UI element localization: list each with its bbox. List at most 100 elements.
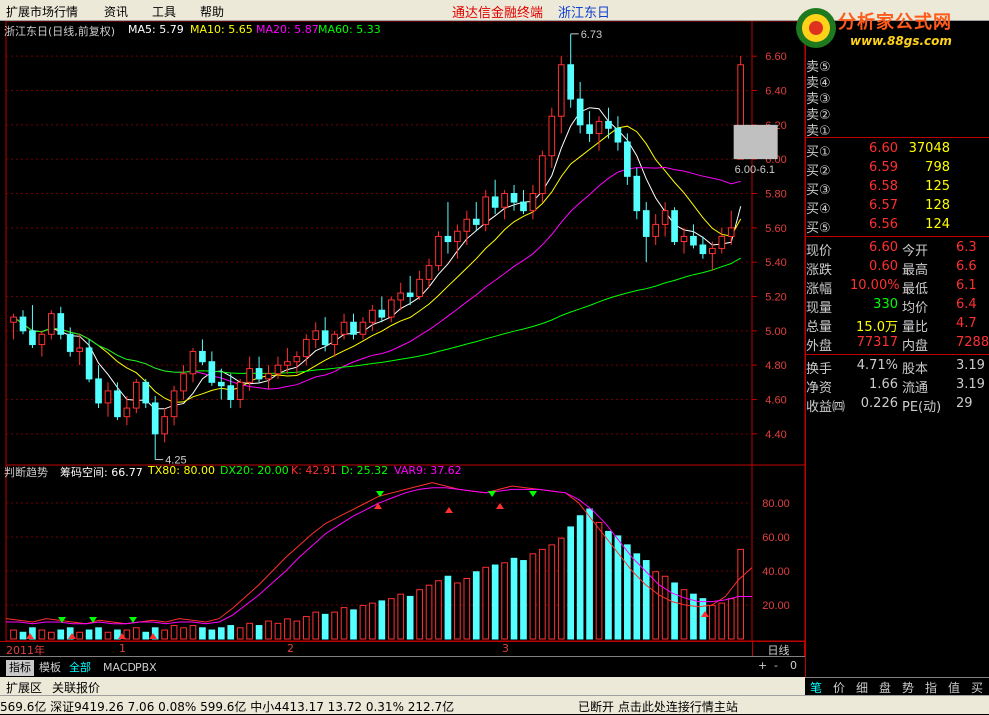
connection-status[interactable]: 已断开 点击此处连接行情主站 xyxy=(578,698,738,715)
menu-extended-market[interactable]: 扩展市场行情 xyxy=(6,3,78,20)
ma20-label: MA20: 5.87 xyxy=(256,23,319,36)
quote-tab[interactable]: 笔 xyxy=(810,679,822,696)
quote-stat-row: 现量 330 均价 6.4 xyxy=(806,296,989,316)
indicator-var9: VAR9: 37.62 xyxy=(394,464,462,477)
volume-bar xyxy=(605,530,612,640)
buy-volume: 125 xyxy=(925,179,950,194)
zoom-in-button[interactable]: + xyxy=(758,659,767,672)
volume-bar xyxy=(227,625,235,640)
candle-body xyxy=(539,155,546,195)
candle-body xyxy=(161,416,168,435)
volume-bar xyxy=(19,631,27,640)
fund-value: 0.226 xyxy=(860,396,898,411)
candle-body xyxy=(369,309,376,323)
candle-body xyxy=(633,175,641,212)
volume-bar xyxy=(369,602,376,640)
quote-tab[interactable]: 买 xyxy=(971,679,983,696)
ma20-line xyxy=(13,166,741,390)
stat-value: 6.4 xyxy=(956,297,977,312)
ma60-label: MA60: 5.33 xyxy=(318,23,381,36)
candle-body xyxy=(482,196,490,225)
extended-area-button[interactable]: 扩展区 xyxy=(6,679,42,696)
tab-indicator[interactable]: 指标 xyxy=(6,660,34,676)
stat-value: 330 xyxy=(873,297,898,312)
tab-pbx[interactable]: PBX xyxy=(132,660,160,676)
sell-level-1: 卖① xyxy=(806,119,989,139)
quote-tab[interactable]: 价 xyxy=(833,679,845,696)
indicator-axis-frame xyxy=(751,464,805,641)
candle-body xyxy=(227,385,235,400)
volume-bar xyxy=(284,618,291,640)
zoom-out-button[interactable]: - xyxy=(774,659,778,672)
stat-value: 6.3 xyxy=(956,240,977,255)
chart-title: 浙江东日(日线,前复权) xyxy=(4,25,116,38)
buy-level-label: 买① xyxy=(806,145,831,160)
menu-help[interactable]: 帮助 xyxy=(200,3,224,20)
reset-button[interactable]: 0 xyxy=(790,659,797,672)
candle-body xyxy=(699,244,707,255)
ma5-line xyxy=(13,107,742,410)
stat-label: 现价 xyxy=(806,244,833,259)
quote-stat-row: 现价 6.60 今开 6.3 xyxy=(806,239,989,259)
volume-bar xyxy=(539,548,546,640)
fund-value: 1.66 xyxy=(869,377,898,392)
price-tick-label: 5.80 xyxy=(765,189,786,201)
fund-label: PE(动) xyxy=(902,400,942,415)
fund-value: 29 xyxy=(956,396,973,411)
candle-body xyxy=(274,364,282,375)
candle-body xyxy=(614,127,622,143)
indicator-tabs: 指标 模板 全部 MACD PBX xyxy=(0,656,805,678)
tab-all[interactable]: 全部 xyxy=(66,660,94,676)
buy-level-4: 买④ 6.57 128 xyxy=(806,197,989,217)
candle-body xyxy=(586,124,593,134)
price-range-label: 6.00-6.1 xyxy=(735,164,775,176)
candlestick-chart[interactable]: 6.606.406.206.005.805.605.405.205.004.80… xyxy=(0,21,805,641)
volume-bar xyxy=(435,580,442,640)
volume-bar xyxy=(38,629,46,640)
quote-tab[interactable]: 细 xyxy=(856,679,868,696)
volume-bar xyxy=(161,629,168,640)
high-label: 6.73 xyxy=(581,29,602,41)
volume-bar xyxy=(180,627,187,640)
related-quotes-button[interactable]: 关联报价 xyxy=(52,679,100,696)
volume-bar xyxy=(737,548,745,640)
candle-body xyxy=(642,210,650,237)
quote-tab[interactable]: 势 xyxy=(902,679,914,696)
menu-news[interactable]: 资讯 xyxy=(104,3,128,20)
volume-bar xyxy=(576,515,584,640)
volume-bar xyxy=(463,577,471,640)
buy-price: 6.60 xyxy=(869,141,898,156)
volume-bar xyxy=(727,598,735,640)
period-label[interactable]: 日线 xyxy=(752,641,805,657)
candle-body xyxy=(435,235,442,267)
volume-bar xyxy=(359,604,367,640)
candle-body xyxy=(293,356,301,363)
menu-tools[interactable]: 工具 xyxy=(152,3,176,20)
candle-body xyxy=(661,210,669,225)
stat-label: 均价 xyxy=(902,301,929,316)
tab-template[interactable]: 模板 xyxy=(36,660,64,676)
stat-value: 6.6 xyxy=(956,259,977,274)
quote-tab[interactable]: 值 xyxy=(948,679,960,696)
quote-stat-row: 涨幅 10.00% 最低 6.1 xyxy=(806,277,989,297)
volume-bar xyxy=(699,598,707,640)
candle-body xyxy=(529,193,537,212)
quote-tab[interactable]: 盘 xyxy=(879,679,891,696)
volume-bar xyxy=(350,609,357,640)
stat-label: 量比 xyxy=(902,320,929,335)
quote-tab[interactable]: 指 xyxy=(925,679,937,696)
indicator-k: K: 42.91 xyxy=(291,464,337,477)
indicator-name: 判断趋势 xyxy=(4,466,48,479)
candle-body xyxy=(397,292,405,301)
stat-value: 0.60 xyxy=(869,259,898,274)
volume-bar xyxy=(199,627,206,640)
quote-stat-row: 外盘 77317 内盘 7288 xyxy=(806,334,989,354)
sell-signal-arrow xyxy=(529,491,537,497)
candle-body xyxy=(208,361,216,383)
fund-value: 4.71% xyxy=(856,358,898,373)
stat-label: 内盘 xyxy=(902,339,929,354)
volume-bar xyxy=(510,557,518,640)
sell-signal-arrow xyxy=(376,491,384,497)
candle-body xyxy=(454,230,461,243)
candle-body xyxy=(217,381,225,387)
